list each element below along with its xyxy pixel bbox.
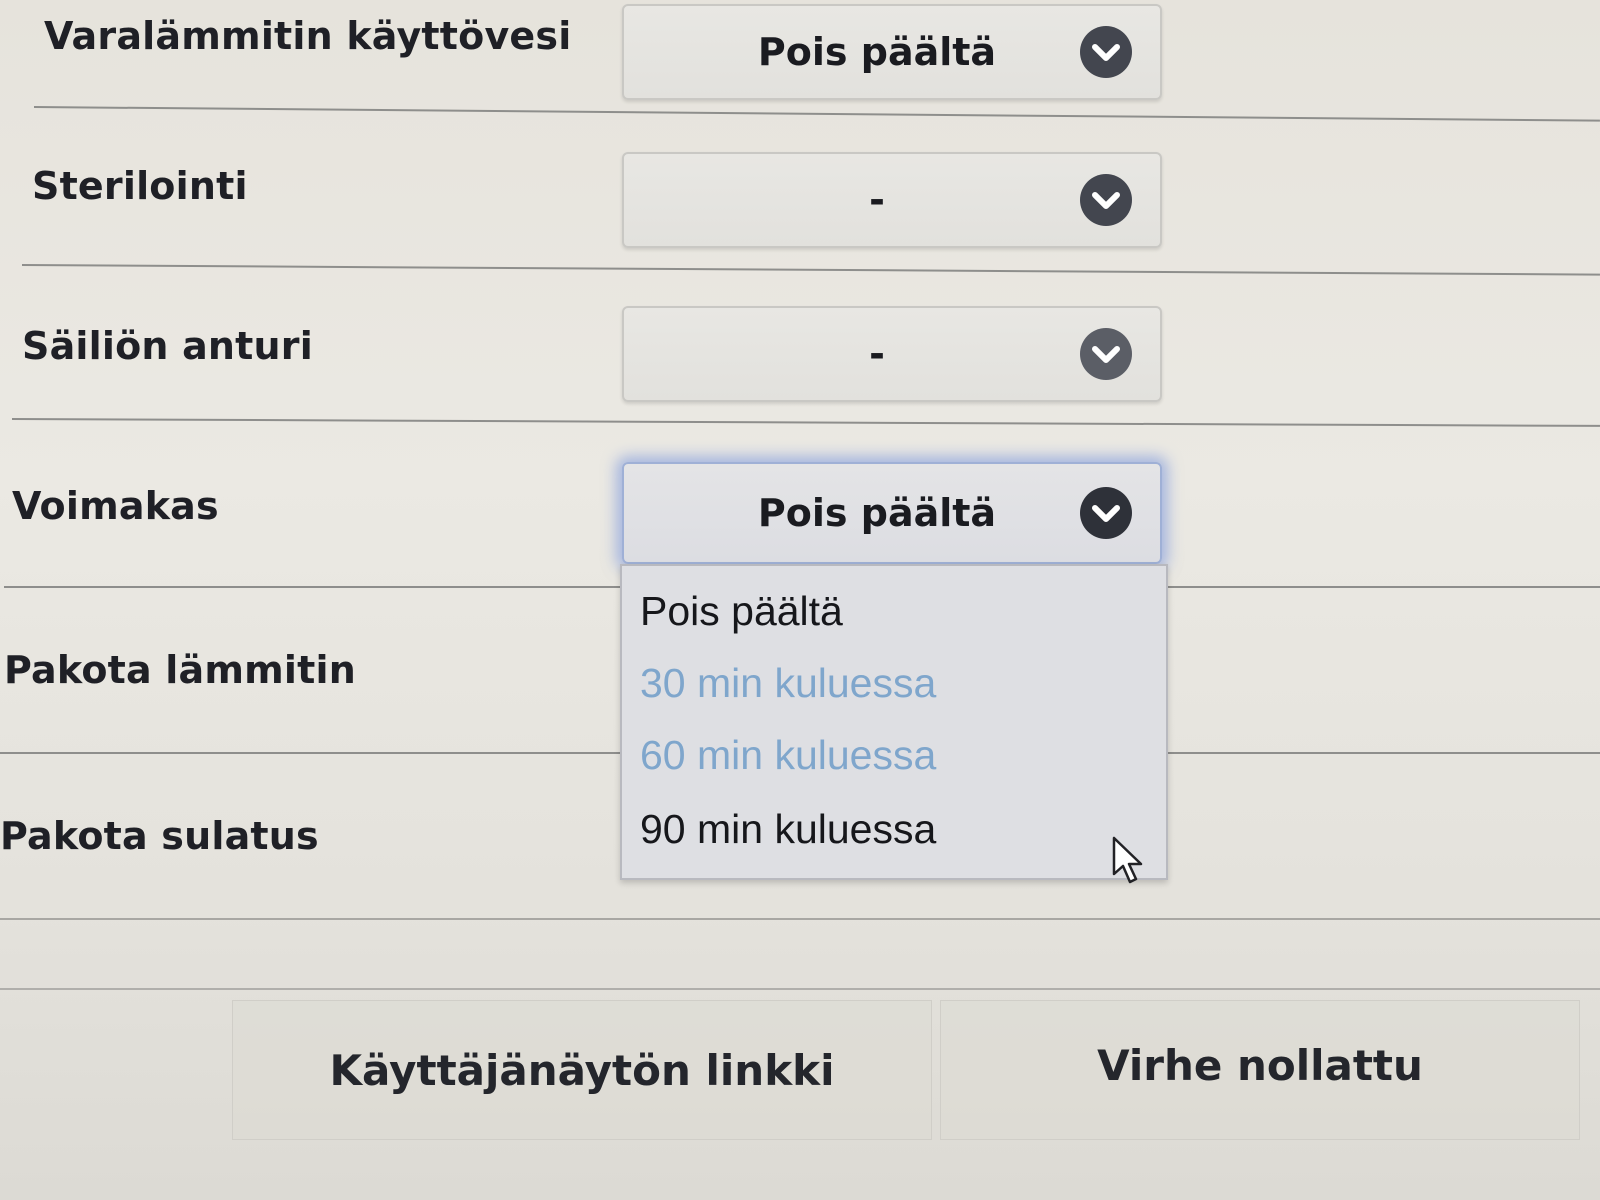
select-value: Pois päältä: [757, 30, 997, 74]
row-label-powerful: Voimakas: [12, 484, 219, 528]
row-divider: [33, 106, 1600, 122]
select-value: Pois päältä: [757, 491, 997, 535]
row-label-force-defrost: Pakota sulatus: [0, 814, 319, 858]
dropdown-option-90min[interactable]: 90 min kuluessa: [640, 806, 936, 853]
error-reset-button[interactable]: Virhe nollattu: [940, 1000, 1580, 1140]
row-label-sterilization: Sterilointi: [32, 164, 248, 208]
row-label-tank-sensor: Säiliön anturi: [22, 324, 313, 368]
powerful-mode-select[interactable]: Pois päältä: [622, 462, 1162, 564]
dropdown-option-30min: 30 min kuluessa: [640, 660, 937, 706]
chevron-down-icon[interactable]: [1080, 26, 1132, 78]
select-value: -: [869, 178, 885, 222]
chevron-down-icon[interactable]: [1080, 328, 1132, 380]
select-value: -: [869, 332, 885, 376]
sterilization-select[interactable]: -: [622, 152, 1162, 248]
row-label-backup-heater: Varalämmitin käyttövesi: [44, 14, 572, 58]
powerful-mode-dropdown-list: Pois päältä 30 min kuluessa 60 min kulue…: [620, 564, 1168, 880]
row-divider: [21, 264, 1600, 276]
user-screen-link-button[interactable]: Käyttäjänäytön linkki: [232, 1000, 932, 1140]
chevron-down-icon[interactable]: [1080, 174, 1132, 226]
dropdown-option-60min: 60 min kuluessa: [640, 732, 937, 778]
dropdown-option-off[interactable]: Pois päältä: [640, 588, 843, 635]
row-divider: [11, 418, 1600, 427]
mouse-cursor-icon: [1112, 836, 1146, 890]
row-divider: [0, 918, 1600, 920]
backup-heater-select[interactable]: Pois päältä: [622, 4, 1162, 100]
row-label-force-heater: Pakota lämmitin: [4, 648, 356, 692]
row-divider: [0, 988, 1600, 990]
tank-sensor-select[interactable]: -: [622, 306, 1162, 402]
chevron-down-icon[interactable]: [1080, 487, 1132, 539]
